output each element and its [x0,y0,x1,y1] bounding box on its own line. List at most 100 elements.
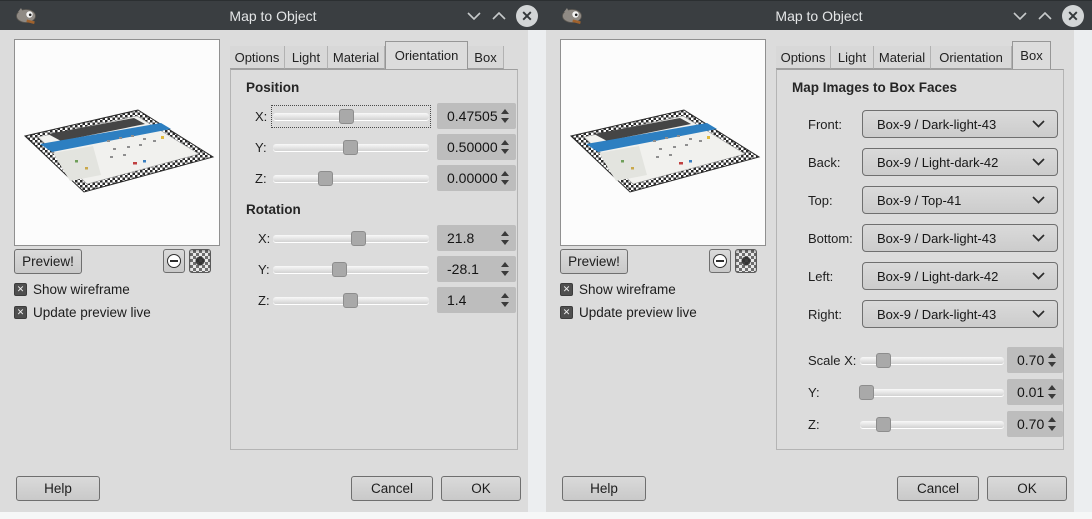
tab-options[interactable]: Options [230,46,285,69]
slider-track[interactable] [273,230,429,246]
spin-down-icon[interactable] [501,180,509,185]
zoom-out-button[interactable] [709,249,731,273]
front-face-dropdown[interactable]: Box-9 / Dark-light-43 [862,110,1058,138]
tab-orientation[interactable]: Orientation [385,41,468,69]
rotation-z-slider[interactable] [273,291,429,310]
preview-button[interactable]: Preview! [560,249,628,274]
spin-down-icon[interactable] [501,149,509,154]
ok-button[interactable]: OK [441,476,521,501]
slider-track[interactable] [273,292,429,308]
spinner-arrows[interactable] [1044,347,1060,373]
zoom-out-button[interactable] [163,249,185,273]
spinner-arrows[interactable] [497,134,513,160]
position-y-slider[interactable] [273,138,429,157]
tab-box[interactable]: Box [1012,41,1051,69]
window-close-button[interactable]: ✕ [516,5,538,27]
spin-down-icon[interactable] [501,271,509,276]
scale-y-spinbox[interactable]: 0.01 [1007,379,1063,405]
spin-up-icon[interactable] [501,293,509,298]
show-wireframe-checkbox[interactable]: Show wireframe [14,282,130,297]
cancel-button[interactable]: Cancel [351,476,433,501]
slider-handle[interactable] [343,292,358,308]
scale-z-spinbox[interactable]: 0.70 [1007,411,1063,437]
slider-handle[interactable] [318,170,334,186]
window-close-button[interactable]: ✕ [1062,5,1084,27]
slider-track[interactable] [859,384,1004,400]
update-preview-live-checkbox[interactable]: Update preview live [560,305,697,320]
spin-up-icon[interactable] [501,262,509,267]
slider-track[interactable] [273,139,429,155]
spinner-arrows[interactable] [497,165,513,191]
position-z-slider[interactable] [273,169,429,188]
spin-down-icon[interactable] [501,118,509,123]
right-face-dropdown[interactable]: Box-9 / Dark-light-43 [862,300,1058,328]
rotation-y-spinbox[interactable]: -28.1 [437,256,516,282]
spinner-arrows[interactable] [1044,411,1060,437]
bottom-face-dropdown[interactable]: Box-9 / Dark-light-43 [862,224,1058,252]
tab-orientation[interactable]: Orientation [931,46,1012,69]
slider-track[interactable] [273,261,429,277]
slider-track[interactable] [273,108,429,124]
position-x-slider[interactable] [271,105,431,128]
scale-x-slider[interactable] [860,351,1004,370]
spin-up-icon[interactable] [1048,353,1056,358]
spinner-arrows[interactable] [1044,379,1060,405]
tab-material[interactable]: Material [328,46,385,69]
spin-up-icon[interactable] [1048,417,1056,422]
spin-up-icon[interactable] [501,109,509,114]
spin-down-icon[interactable] [1048,394,1056,399]
rotation-z-spinbox[interactable]: 1.4 [437,287,516,313]
slider-handle[interactable] [350,230,366,246]
rotation-x-slider[interactable] [273,229,429,248]
spinner-arrows[interactable] [497,287,513,313]
scale-x-spinbox[interactable]: 0.70 [1007,347,1063,373]
scale-z-slider[interactable] [860,415,1004,434]
show-wireframe-checkbox[interactable]: Show wireframe [560,282,676,297]
rotation-y-slider[interactable] [273,260,429,279]
spin-down-icon[interactable] [501,302,509,307]
checkerboard-toggle-button[interactable] [735,249,757,273]
slider-handle[interactable] [876,352,892,368]
slider-handle[interactable] [339,108,355,124]
titlebar[interactable]: Map to Object ✕ [546,0,1092,30]
spin-up-icon[interactable] [1048,385,1056,390]
slider-handle[interactable] [343,139,358,155]
slider-track[interactable] [273,170,429,186]
slider-track[interactable] [860,416,1004,432]
position-x-spinbox[interactable]: 0.47505 [437,103,516,129]
help-button[interactable]: Help [16,476,100,501]
slider-handle[interactable] [876,416,892,432]
spin-down-icon[interactable] [1048,362,1056,367]
slider-track[interactable] [860,352,1004,368]
tab-options[interactable]: Options [776,46,831,69]
left-face-dropdown[interactable]: Box-9 / Light-dark-42 [862,262,1058,290]
position-y-spinbox[interactable]: 0.50000 [437,134,516,160]
window-maximize-button[interactable] [489,7,509,25]
rotation-x-spinbox[interactable]: 21.8 [437,225,516,251]
preview-button[interactable]: Preview! [14,249,82,274]
tab-box[interactable]: Box [468,46,504,69]
window-shade-button[interactable] [464,7,484,25]
top-face-dropdown[interactable]: Box-9 / Top-41 [862,186,1058,214]
ok-button[interactable]: OK [987,476,1067,501]
spin-up-icon[interactable] [501,140,509,145]
update-preview-live-checkbox[interactable]: Update preview live [14,305,151,320]
window-maximize-button[interactable] [1035,7,1055,25]
spinner-arrows[interactable] [497,256,513,282]
slider-handle[interactable] [332,261,348,277]
back-face-dropdown[interactable]: Box-9 / Light-dark-42 [862,148,1058,176]
tab-light[interactable]: Light [285,46,328,69]
window-shade-button[interactable] [1010,7,1030,25]
spinner-arrows[interactable] [497,225,513,251]
titlebar[interactable]: Map to Object ✕ [0,0,546,30]
tab-light[interactable]: Light [831,46,874,69]
checkerboard-toggle-button[interactable] [189,249,211,273]
help-button[interactable]: Help [562,476,646,501]
position-z-spinbox[interactable]: 0.00000 [437,165,516,191]
spin-down-icon[interactable] [501,240,509,245]
spinner-arrows[interactable] [497,103,513,129]
tab-material[interactable]: Material [874,46,931,69]
scale-y-slider[interactable] [859,383,1004,402]
slider-handle[interactable] [859,384,875,400]
spin-up-icon[interactable] [501,171,509,176]
